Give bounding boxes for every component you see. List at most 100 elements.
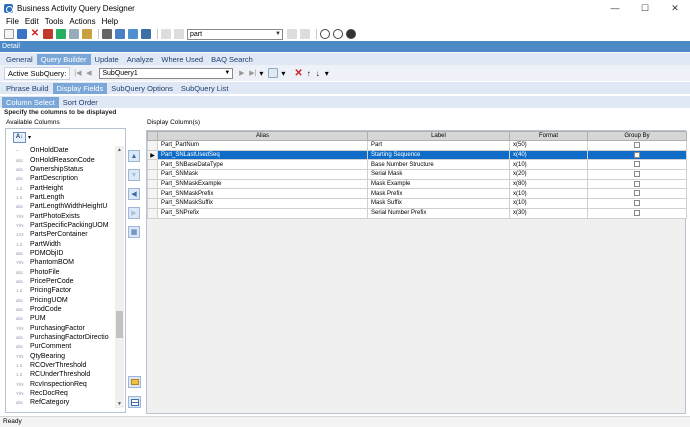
label-cell[interactable]: Mask Prefix <box>367 188 510 200</box>
label-cell[interactable]: Base Number Structure <box>367 159 510 171</box>
list-item[interactable]: Y/N PhantomBOM <box>8 258 114 267</box>
column-header-group-by[interactable]: Group By <box>587 131 687 141</box>
scroll-up-icon[interactable]: ▲ <box>115 146 124 154</box>
move-up-icon[interactable]: ↑ <box>307 69 311 78</box>
prev-subquery-icon[interactable]: ◀ <box>84 69 93 78</box>
label-cell[interactable]: Serial Mask <box>367 169 510 180</box>
tab-update[interactable]: Update <box>91 54 123 65</box>
alias-cell[interactable]: Part_SNMask <box>157 169 368 180</box>
paste-icon[interactable] <box>128 29 138 39</box>
last-record-icon[interactable] <box>300 29 310 39</box>
row-selector[interactable] <box>147 188 158 200</box>
cut-icon[interactable] <box>102 29 112 39</box>
alias-cell[interactable]: Part_SNMaskSuffix <box>157 198 368 209</box>
tab-subquery-options[interactable]: SubQuery Options <box>107 83 177 94</box>
back-icon[interactable] <box>320 29 330 39</box>
table-row[interactable]: Part_SNBaseDataType Base Number Structure… <box>147 159 687 171</box>
alias-cell[interactable]: Part_SNMaskPrefix <box>157 188 368 200</box>
label-cell[interactable]: Mask Example <box>367 178 510 190</box>
list-item[interactable]: abc OnHoldReasonCode <box>8 155 114 164</box>
menu-actions[interactable]: Actions <box>69 17 95 26</box>
menu-tools[interactable]: Tools <box>45 17 64 26</box>
tab-analyze[interactable]: Analyze <box>123 54 158 65</box>
add-column-button[interactable]: ▶ <box>128 207 140 219</box>
dropdown-icon[interactable]: ▾ <box>281 69 285 78</box>
minimize-button[interactable]: — <box>600 0 630 16</box>
group-by-checkbox[interactable] <box>634 209 640 216</box>
format-cell[interactable]: x(20) <box>509 169 588 180</box>
row-selector[interactable] <box>147 198 158 209</box>
table-row[interactable]: Part_PartNum Part x(50) <box>147 140 687 151</box>
table-row[interactable]: Part_SNMaskExample Mask Example x(80) <box>147 178 687 190</box>
label-cell[interactable]: Mask Suffix <box>367 198 510 209</box>
list-item[interactable]: abc PricingUOM <box>8 296 114 305</box>
group-by-checkbox[interactable] <box>634 200 640 207</box>
table-row[interactable]: Part_SNMask Serial Mask x(20) <box>147 169 687 180</box>
alias-cell[interactable]: Part_SNMaskExample <box>157 178 368 190</box>
format-cell[interactable]: x(10) <box>509 198 588 209</box>
search-combo[interactable]: part ▼ <box>187 28 283 40</box>
group-by-checkbox[interactable] <box>634 171 640 178</box>
save-icon[interactable] <box>17 29 27 39</box>
column-header-label[interactable]: Label <box>367 131 510 141</box>
list-item[interactable]: abc PartLengthWidthHeightU <box>8 202 114 211</box>
list-item[interactable]: 123 PartsPerContainer <box>8 230 114 239</box>
delete-subquery-icon[interactable]: ✕ <box>294 68 302 79</box>
move-down-icon[interactable]: ↓ <box>316 69 320 78</box>
copy-icon[interactable] <box>115 29 125 39</box>
new-icon[interactable] <box>4 29 14 39</box>
alias-cell[interactable]: Part_SNPrefix <box>157 207 368 219</box>
stop-icon[interactable] <box>346 29 356 39</box>
tab-subquery-list[interactable]: SubQuery List <box>177 83 233 94</box>
folder-icon[interactable] <box>128 376 141 388</box>
format-cell[interactable]: x(30) <box>509 207 588 219</box>
column-header-format[interactable]: Format <box>509 131 588 141</box>
tab-display-fields[interactable]: Display Fields <box>52 83 108 94</box>
tab-general[interactable]: General <box>2 54 37 65</box>
undo-icon[interactable] <box>141 29 151 39</box>
new-subquery-icon[interactable] <box>268 68 279 78</box>
list-item[interactable]: 1.2 RCOverThreshold <box>8 361 114 370</box>
alias-cell[interactable]: Part_SNLastUsedSeq <box>157 149 368 161</box>
group-by-checkbox[interactable] <box>634 142 640 149</box>
move-up-button[interactable]: ▲ <box>128 150 140 162</box>
close-button[interactable]: ✕ <box>660 0 690 16</box>
next-subquery-icon[interactable]: ▶ <box>237 69 246 78</box>
tab-query-builder[interactable]: Query Builder <box>36 54 91 65</box>
first-record-icon[interactable] <box>161 29 171 39</box>
delete-icon[interactable]: ✕ <box>30 29 40 39</box>
column-header-alias[interactable]: Alias <box>157 131 368 141</box>
list-item[interactable]: abc PurchasingFactorDirectio <box>8 333 114 342</box>
list-item[interactable]: 1.2 PartWidth <box>8 239 114 248</box>
list-item[interactable]: abc ProdCode <box>8 305 114 314</box>
alias-cell[interactable]: Part_SNBaseDataType <box>157 159 368 171</box>
list-item[interactable]: 1.2 PartLength <box>8 193 114 202</box>
columns-scrollbar[interactable]: ▲ ▼ <box>115 146 124 408</box>
row-selector[interactable] <box>147 159 158 171</box>
list-item[interactable]: abc OwnershipStatus <box>8 165 114 174</box>
move-down-button[interactable]: ▼ <box>128 169 140 181</box>
list-item[interactable]: abc PDMObjID <box>8 249 114 258</box>
list-item[interactable]: ~ OnHoldDate <box>8 146 114 155</box>
tab-where-used[interactable]: Where Used <box>157 54 207 65</box>
list-item[interactable]: Y/N RcvInspectionReq <box>8 380 114 389</box>
row-selector[interactable] <box>147 169 158 180</box>
forward-icon[interactable] <box>333 29 343 39</box>
list-item[interactable]: abc PhotoFile <box>8 267 114 276</box>
tab-column-select[interactable]: Column Select <box>2 97 59 108</box>
list-item[interactable]: abc RefCategory <box>8 398 114 406</box>
last-subquery-icon[interactable]: ▶| <box>248 69 257 78</box>
dropdown-icon[interactable]: ▾ <box>325 69 329 78</box>
row-selector[interactable] <box>147 207 158 219</box>
list-item[interactable]: Y/N PartSpecificPackingUOM <box>8 221 114 230</box>
list-item[interactable]: 1.2 RCUnderThreshold <box>8 370 114 379</box>
format-cell[interactable]: x(80) <box>509 178 588 190</box>
refresh-icon[interactable] <box>56 29 66 39</box>
table-row[interactable]: Part_SNMaskPrefix Mask Prefix x(10) <box>147 188 687 200</box>
remove-column-button[interactable]: ◀ <box>128 188 140 200</box>
list-item[interactable]: Y/N RecDocReq <box>8 389 114 398</box>
group-by-checkbox[interactable] <box>634 151 640 158</box>
label-cell[interactable]: Starting Sequence <box>367 149 510 161</box>
maximize-button[interactable]: ☐ <box>630 0 660 16</box>
list-item[interactable]: Y/N QtyBearing <box>8 352 114 361</box>
